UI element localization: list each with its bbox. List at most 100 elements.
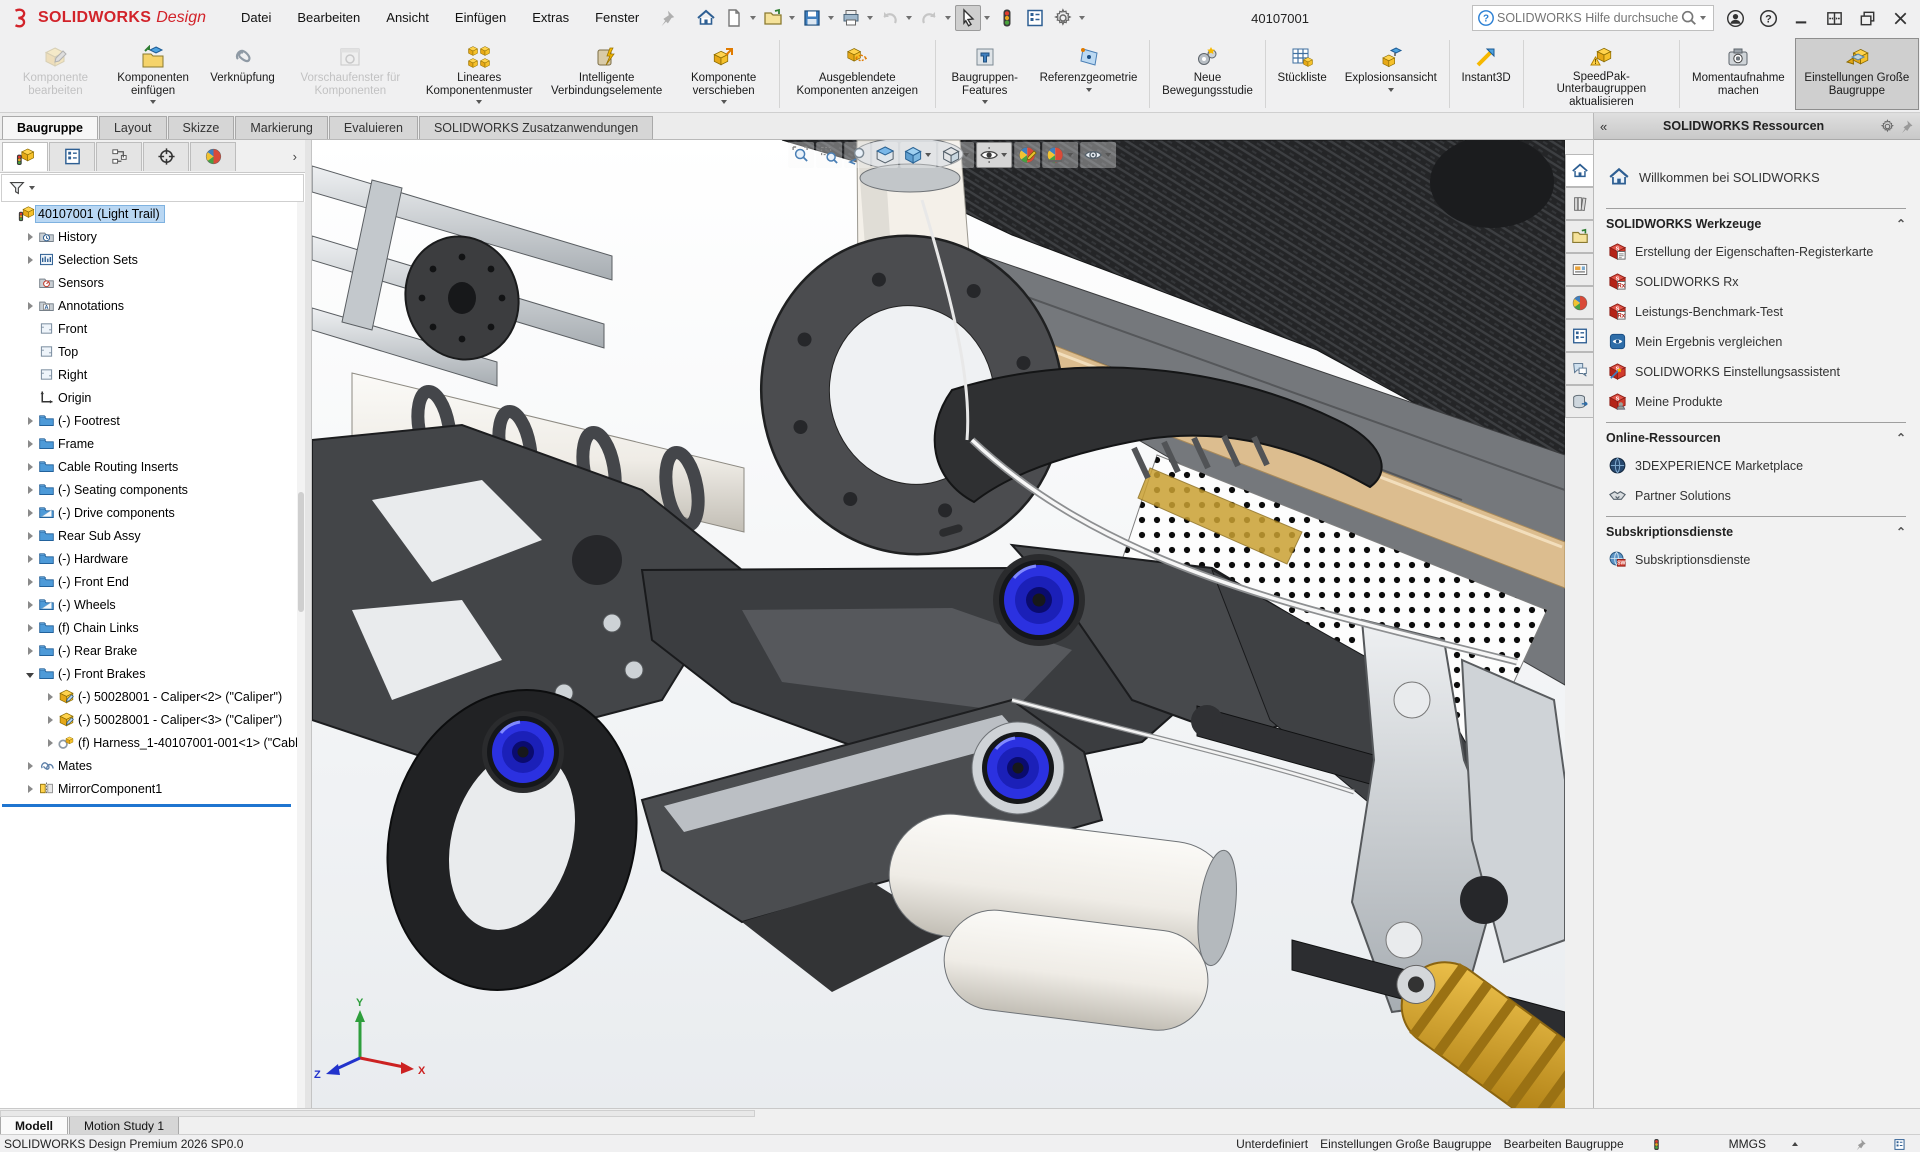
tree-item-annotations[interactable]: Annotations — [0, 294, 297, 317]
taskpane-tab-appearances-scenes[interactable] — [1565, 286, 1593, 319]
design-binder-icon[interactable] — [1893, 1138, 1906, 1151]
units-indicator[interactable]: MMGS — [1729, 1137, 1766, 1151]
ribbon-komponente-verschieben-caret[interactable] — [721, 100, 727, 104]
tree-item-front-end[interactable]: (-) Front End — [0, 570, 297, 593]
tree-item-f-chain-links[interactable]: (f) Chain Links — [0, 616, 297, 639]
collapse-pane-icon[interactable]: « — [1600, 119, 1607, 134]
tree-expander[interactable] — [24, 644, 36, 658]
tab-model[interactable]: Modell — [0, 1116, 68, 1135]
panel-tabs-overflow-arrow[interactable]: › — [293, 149, 297, 164]
section-collapse-chevron[interactable]: ⌃ — [1896, 525, 1906, 539]
link-meine-produkte[interactable]: Meine Produkte — [1608, 392, 1906, 411]
ribbon-komponenten-einf-gen-caret[interactable] — [150, 100, 156, 104]
tab-featuremanager[interactable] — [2, 142, 48, 171]
tree-expander[interactable] — [24, 552, 36, 566]
tab-motion-study-1[interactable]: Motion Study 1 — [69, 1116, 179, 1135]
select-tool-button-caret[interactable] — [984, 16, 990, 20]
pin-menu-icon[interactable] — [658, 9, 676, 27]
ribbon-ausgeblendete-komponenten-anzeigen[interactable]: Ausgeblendete Komponenten anzeigen — [783, 38, 931, 110]
menu-extras[interactable]: Extras — [519, 1, 582, 35]
taskpane-tab-home[interactable] — [1565, 154, 1593, 187]
menu-ansicht[interactable]: Ansicht — [373, 1, 442, 35]
tree-item-rear-sub-assy[interactable]: Rear Sub Assy — [0, 524, 297, 547]
tree-expander[interactable] — [24, 299, 36, 313]
tree-item-right[interactable]: Right — [0, 363, 297, 386]
tree-item-50028001-caliper-3-caliper[interactable]: (-) 50028001 - Caliper<3> ("Caliper") — [0, 708, 297, 731]
edit-appearance-button[interactable] — [1014, 142, 1040, 168]
tags-icon[interactable] — [1854, 1138, 1867, 1151]
link-mein-ergebnis-vergleichen[interactable]: Mein Ergebnis vergleichen — [1608, 332, 1906, 351]
minimize-button[interactable] — [1792, 9, 1811, 28]
tree-item-origin[interactable]: Origin — [0, 386, 297, 409]
cmdtab-layout[interactable]: Layout — [99, 116, 167, 139]
view-orientation-caret[interactable] — [925, 153, 931, 157]
tree-item-f-harness-1-40107001-001-1-cable[interactable]: (f) Harness_1-40107001-001<1> ("Cable") — [0, 731, 297, 754]
tab-configurationmanager[interactable] — [96, 142, 142, 171]
tree-expander[interactable] — [44, 690, 56, 704]
link-3dexperience-marketplace[interactable]: 3DEXPERIENCE Marketplace — [1608, 456, 1906, 475]
welcome-link[interactable]: Willkommen bei SOLIDWORKS — [1608, 166, 1906, 188]
link-subskriptionsdienste[interactable]: Subskriptionsdienste — [1608, 550, 1906, 569]
tree-expander[interactable] — [24, 529, 36, 543]
tree-item-cable-routing-inserts[interactable]: Cable Routing Inserts — [0, 455, 297, 478]
ribbon-referenzgeometrie-caret[interactable] — [1086, 88, 1092, 92]
tree-expander[interactable] — [44, 713, 56, 727]
tree-expander[interactable] — [24, 483, 36, 497]
tab-dimxpertmanager[interactable] — [143, 142, 189, 171]
taskpane-tab-data-services[interactable] — [1565, 385, 1593, 418]
home-button[interactable] — [693, 5, 719, 31]
tree-item-front[interactable]: Front — [0, 317, 297, 340]
ribbon-lineares-komponentenmuster-caret[interactable] — [476, 100, 482, 104]
display-style-button[interactable] — [938, 142, 974, 168]
redo-button[interactable] — [916, 5, 942, 31]
previous-view-button[interactable] — [844, 142, 870, 168]
tree-item-rear-brake[interactable]: (-) Rear Brake — [0, 639, 297, 662]
tree-item-top[interactable]: Top — [0, 340, 297, 363]
link-solidworks-rx[interactable]: SOLIDWORKS Rx — [1608, 272, 1906, 291]
tree-expander[interactable] — [24, 759, 36, 773]
hide-show-items-caret[interactable] — [1001, 153, 1007, 157]
section-view-button[interactable] — [872, 142, 898, 168]
save-button-caret[interactable] — [828, 16, 834, 20]
tab-displaymanager[interactable] — [190, 142, 236, 171]
link-partner-solutions[interactable]: Partner Solutions — [1608, 486, 1906, 505]
link-solidworks-einstellungsassistent[interactable]: SOLIDWORKS Einstellungsassistent — [1608, 362, 1906, 381]
redo-button-caret[interactable] — [945, 16, 951, 20]
ribbon-st-ckliste[interactable]: Stückliste — [1270, 38, 1335, 110]
menu-bearbeiten[interactable]: Bearbeiten — [284, 1, 373, 35]
tree-item-hardware[interactable]: (-) Hardware — [0, 547, 297, 570]
undo-button[interactable] — [877, 5, 903, 31]
tree-item-wheels[interactable]: (-) Wheels — [0, 593, 297, 616]
new-document-button[interactable] — [721, 5, 747, 31]
taskpane-tab-view-palette[interactable] — [1565, 253, 1593, 286]
help-icon[interactable] — [1759, 9, 1778, 28]
graphics-viewport[interactable]: Y X Z — [312, 140, 1565, 1108]
ribbon-intelligente-verbindungselemente[interactable]: Intelligente Verbindungselemente — [543, 38, 671, 110]
options-button-caret[interactable] — [1079, 16, 1085, 20]
tab-propertymanager[interactable] — [49, 142, 95, 171]
view-settings-caret[interactable] — [1105, 153, 1111, 157]
tree-expander[interactable] — [24, 253, 36, 267]
ribbon-speedpak-unterbaugruppen-aktualisieren[interactable]: SpeedPak-Unterbaugruppen aktualisieren — [1527, 38, 1675, 110]
tree-item-frame[interactable]: Frame — [0, 432, 297, 455]
apply-scene-button[interactable] — [1042, 142, 1078, 168]
taskpane-tab-forum[interactable] — [1565, 352, 1593, 385]
tree-expander[interactable] — [24, 506, 36, 520]
menu-datei[interactable]: Datei — [228, 1, 284, 35]
tree-item-seating-components[interactable]: (-) Seating components — [0, 478, 297, 501]
tree-expander[interactable] — [24, 598, 36, 612]
ribbon-baugruppen-features-caret[interactable] — [982, 100, 988, 104]
tree-expander[interactable] — [24, 667, 36, 681]
filter-caret[interactable] — [29, 186, 35, 190]
close-button[interactable] — [1891, 9, 1910, 28]
view-settings-button[interactable] — [1080, 142, 1116, 168]
apply-scene-caret[interactable] — [1067, 153, 1073, 157]
tree-expander[interactable] — [24, 621, 36, 635]
help-search-box[interactable] — [1472, 5, 1714, 31]
rollback-bar[interactable] — [2, 804, 291, 807]
tree-item-front-brakes[interactable]: (-) Front Brakes — [0, 662, 297, 685]
tree-item-drive-components[interactable]: (-) Drive components — [0, 501, 297, 524]
print-button[interactable] — [838, 5, 864, 31]
tree-expander[interactable] — [24, 460, 36, 474]
tree-expander[interactable] — [44, 736, 56, 750]
